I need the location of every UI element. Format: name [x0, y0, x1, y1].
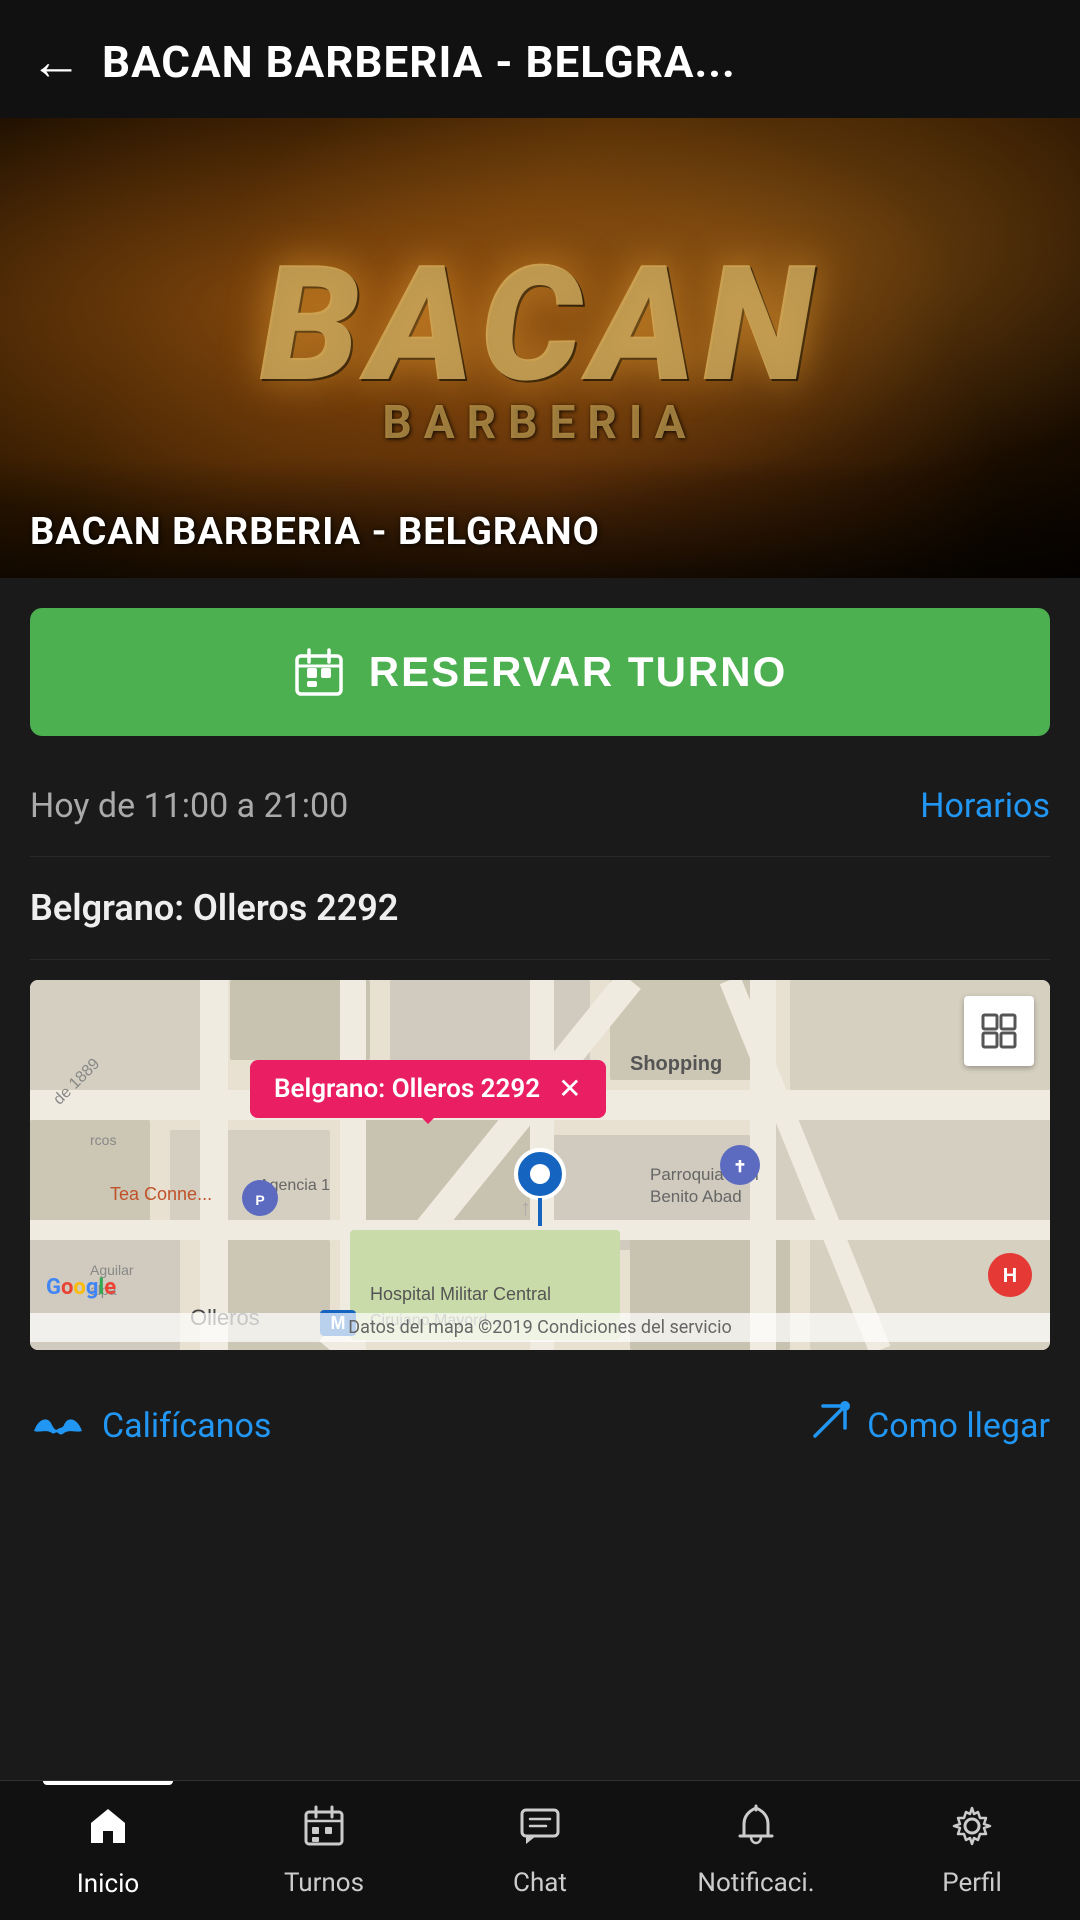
- address-row: Belgrano: Olleros 2292: [30, 857, 1050, 960]
- map-popup: Belgrano: Olleros 2292 ✕: [250, 1060, 606, 1118]
- popup-close-button[interactable]: ✕: [550, 1075, 581, 1103]
- header: ← BACAN BARBERIA - BELGRA...: [0, 0, 1080, 118]
- hero-sub-text: BARBERIA: [382, 396, 697, 450]
- nav-item-turnos[interactable]: Turnos: [216, 1781, 432, 1920]
- home-icon: [85, 1803, 131, 1861]
- nav-item-inicio[interactable]: Inicio: [0, 1781, 216, 1920]
- nav-item-perfil[interactable]: Perfil: [864, 1781, 1080, 1920]
- svg-text:H: H: [1003, 1265, 1017, 1287]
- mustache-icon: [30, 1400, 86, 1452]
- directions-link[interactable]: Como llegar: [809, 1400, 1050, 1452]
- calendar-icon: [293, 646, 345, 698]
- nav-turnos-label: Turnos: [284, 1868, 364, 1898]
- bottom-actions: Califícanos Como llegar: [30, 1370, 1050, 1492]
- nav-inicio-label: Inicio: [77, 1869, 140, 1899]
- svg-text:✝: ✝: [733, 1159, 746, 1176]
- hours-row: Hoy de 11:00 a 21:00 Horarios: [30, 766, 1050, 857]
- map-attribution: Datos del mapa ©2019 Condiciones del ser…: [30, 1313, 1050, 1342]
- nav-perfil-label: Perfil: [942, 1868, 1002, 1898]
- book-button[interactable]: RESERVAR TURNO: [30, 608, 1050, 736]
- svg-text:Benito Abad: Benito Abad: [650, 1187, 742, 1206]
- chat-icon: [518, 1804, 562, 1860]
- map-container[interactable]: de 1889 Teodoro Ga... rcos Aguilar alpa …: [30, 980, 1050, 1350]
- svg-text:Shopping: Shopping: [630, 1053, 722, 1075]
- hero-image: BACAN BARBERIA BACAN BARBERIA - BELGRANO: [0, 118, 1080, 578]
- svg-text:rcos: rcos: [90, 1132, 116, 1148]
- page-title: BACAN BARBERIA - BELGRA...: [102, 36, 1050, 88]
- bell-icon: [734, 1804, 778, 1860]
- bottom-nav: Inicio Turnos Chat: [0, 1780, 1080, 1920]
- rate-link[interactable]: Califícanos: [30, 1400, 271, 1452]
- map-popup-text: Belgrano: Olleros 2292: [274, 1074, 540, 1104]
- svg-text:P: P: [255, 1192, 264, 1208]
- nav-item-chat[interactable]: Chat: [432, 1781, 648, 1920]
- map-expand-button[interactable]: [964, 996, 1034, 1066]
- nav-item-notificaciones[interactable]: Notificaci.: [648, 1781, 864, 1920]
- rate-label: Califícanos: [102, 1406, 271, 1446]
- back-button[interactable]: ←: [30, 36, 82, 88]
- address-text: Belgrano: Olleros 2292: [30, 887, 398, 929]
- directions-label: Como llegar: [867, 1406, 1050, 1446]
- map-pin: [510, 1146, 570, 1230]
- nav-chat-label: Chat: [513, 1868, 567, 1898]
- directions-icon: [809, 1400, 851, 1452]
- hero-large-text: BACAN: [260, 246, 821, 406]
- main-content: RESERVAR TURNO Hoy de 11:00 a 21:00 Hora…: [0, 608, 1080, 1492]
- nav-notificaciones-label: Notificaci.: [697, 1868, 814, 1898]
- hero-label: BACAN BARBERIA - BELGRANO: [30, 510, 600, 554]
- hours-text: Hoy de 11:00 a 21:00: [30, 786, 348, 826]
- svg-text:Hospital Militar Central: Hospital Militar Central: [370, 1284, 551, 1304]
- calendar-nav-icon: [302, 1804, 346, 1860]
- svg-text:Tea Conne...: Tea Conne...: [110, 1184, 212, 1204]
- book-button-label: RESERVAR TURNO: [369, 648, 788, 696]
- horarios-link[interactable]: Horarios: [920, 786, 1050, 826]
- google-logo: Google: [46, 1275, 116, 1300]
- gear-icon: [950, 1804, 994, 1860]
